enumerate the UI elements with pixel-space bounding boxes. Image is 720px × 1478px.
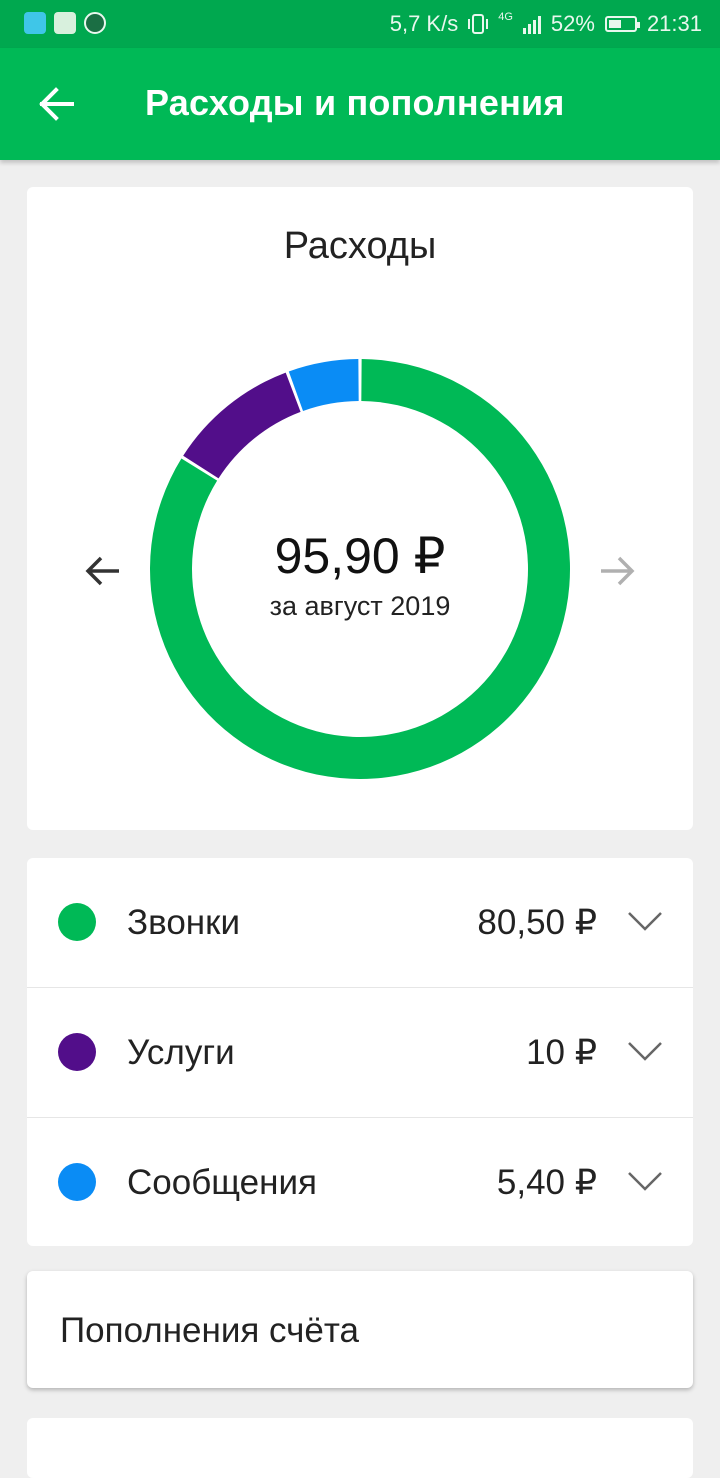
category-amount: 5,40 ₽ [496, 1163, 597, 1202]
status-bar: 5,7 K/s 4G 52% 21:31 [0, 0, 720, 48]
network-speed: 5,7 K/s [389, 11, 459, 36]
shield-app-icon [24, 12, 46, 34]
expenses-chart-card: Расходы 95,90 ₽ за август 2019 [27, 187, 693, 830]
category-label: Услуги [127, 1033, 235, 1072]
topups-card[interactable]: Пополнения счёта [27, 1271, 693, 1388]
topups-title: Пополнения счёта [60, 1311, 359, 1350]
category-amount: 80,50 ₽ [477, 903, 597, 942]
category-row-calls[interactable]: Звонки 80,50 ₽ [27, 858, 693, 987]
battery-fill [608, 20, 622, 28]
donut-slice-2 [288, 359, 359, 411]
category-label: Сообщения [127, 1163, 317, 1202]
category-label: Звонки [127, 903, 240, 942]
network-type: 4G [498, 11, 513, 23]
next-card [27, 1418, 693, 1478]
page-title: Расходы и пополнения [145, 82, 565, 123]
app-bar: Расходы и пополнения [0, 48, 720, 160]
vibrate-icon [468, 14, 489, 34]
battery-icon [604, 16, 640, 32]
category-row-services[interactable]: Услуги 10 ₽ [27, 987, 693, 1117]
category-color-dot [58, 903, 96, 941]
category-color-dot [58, 1033, 96, 1071]
donut-slice-1 [183, 372, 301, 479]
back-arrow-icon[interactable] [36, 86, 76, 122]
notification-icons [24, 12, 106, 34]
chevron-down-icon[interactable] [627, 1170, 663, 1192]
category-row-messages[interactable]: Сообщения 5,40 ₽ [27, 1117, 693, 1247]
signal-icon [522, 14, 541, 34]
chevron-down-icon[interactable] [627, 910, 663, 932]
document-app-icon [54, 12, 76, 34]
globe-app-icon [84, 12, 106, 34]
expenses-total: 95,90 ₽ [274, 528, 446, 584]
chart-title: Расходы [283, 225, 437, 267]
battery-percent: 52% [550, 11, 595, 36]
previous-month-arrow-icon[interactable] [83, 553, 123, 589]
category-amount: 10 ₽ [526, 1033, 597, 1072]
chevron-down-icon[interactable] [627, 1040, 663, 1062]
next-month-arrow-icon[interactable] [597, 553, 637, 589]
category-color-dot [58, 1163, 96, 1201]
clock: 21:31 [646, 11, 702, 36]
expenses-period: за август 2019 [269, 591, 451, 621]
expense-categories-list: Звонки 80,50 ₽ Услуги 10 ₽ Сообщения 5,4… [27, 858, 693, 1246]
